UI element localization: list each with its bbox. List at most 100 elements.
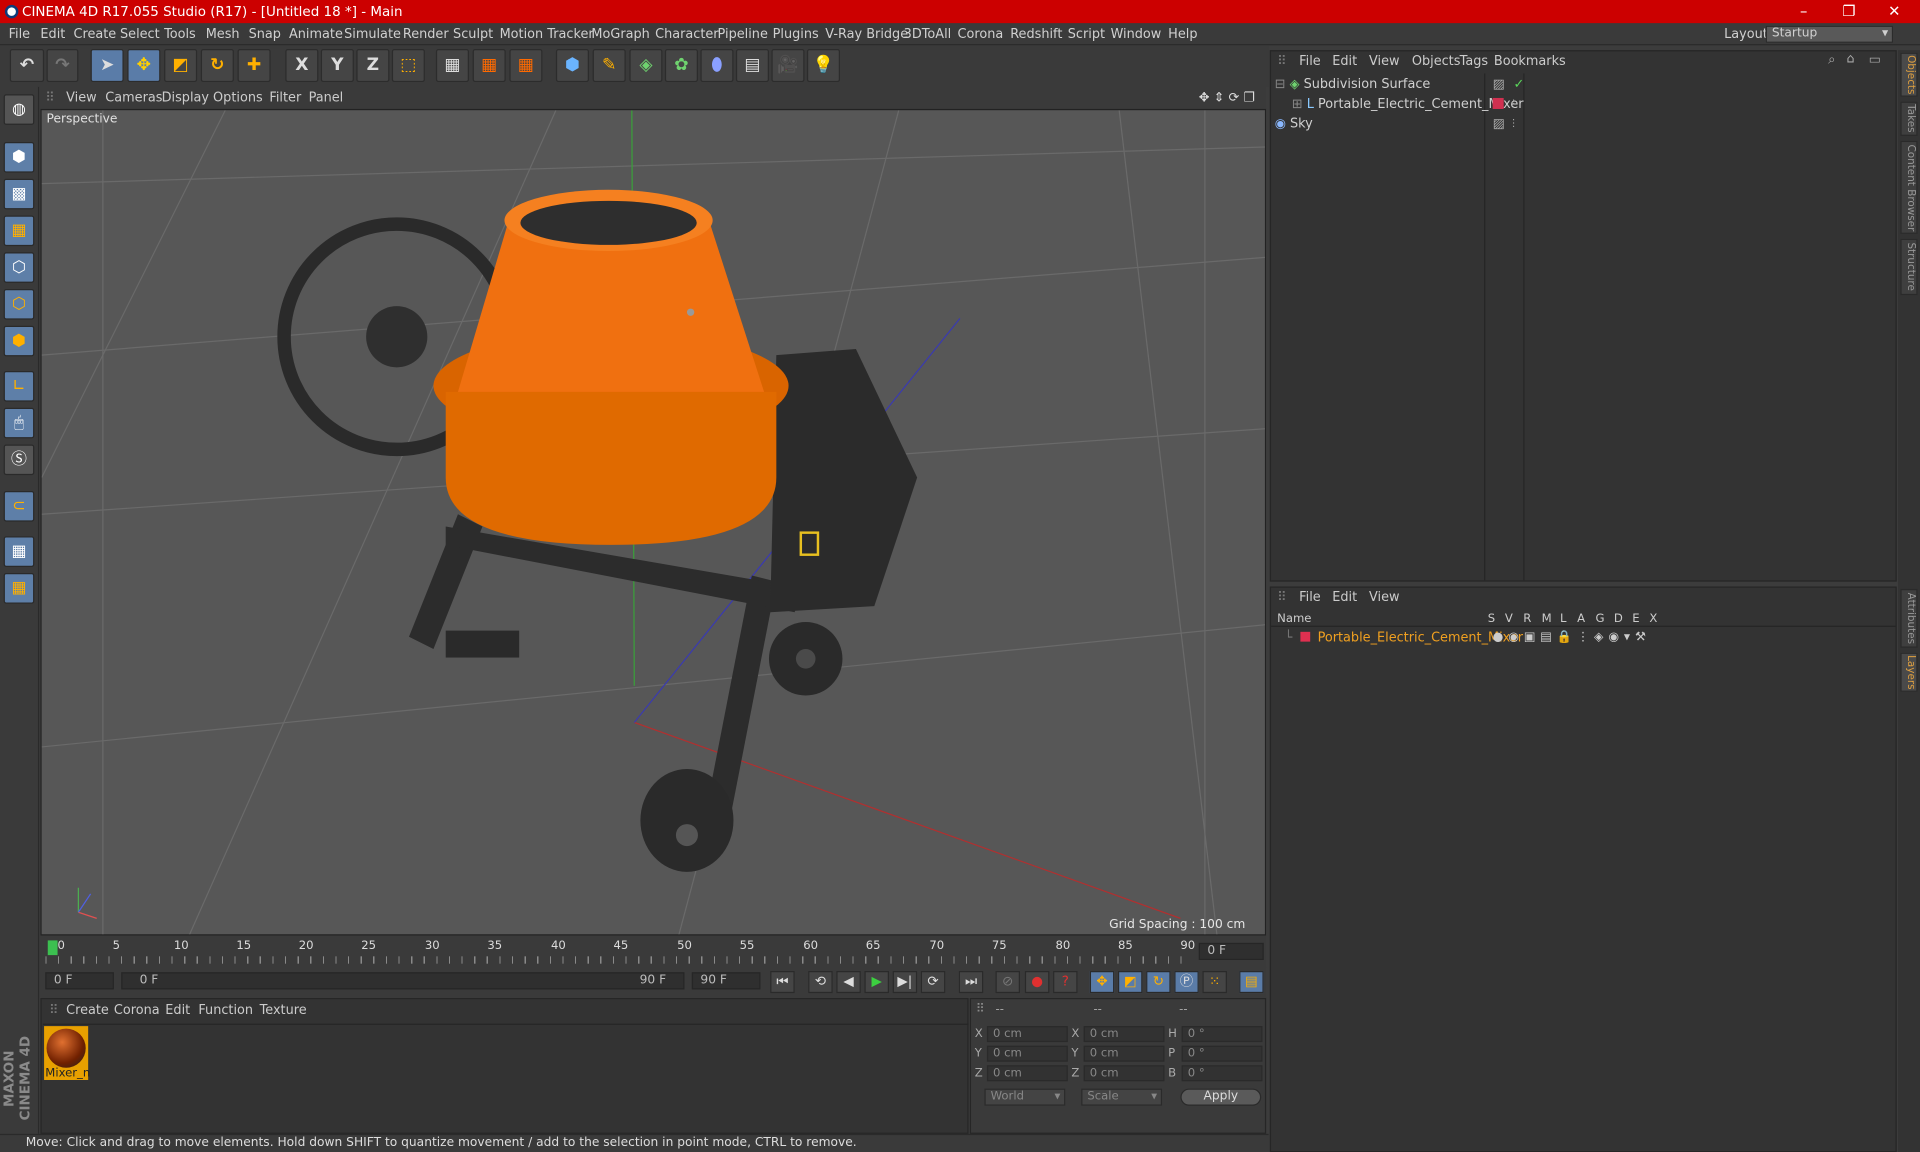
layer-color-swatch[interactable] (1492, 97, 1504, 109)
workplane-lock-icon[interactable]: ▦ (3, 536, 35, 567)
obj-menu-objects[interactable]: Objects (1412, 54, 1461, 69)
column-solo[interactable]: S (1488, 612, 1495, 625)
layer-menu-edit[interactable]: Edit (1332, 590, 1357, 605)
workplane-align-icon[interactable]: ▦ (3, 573, 35, 604)
menu-mograph[interactable]: MoGraph (591, 23, 649, 45)
coord-system-dropdown[interactable]: World ▾ (984, 1088, 1066, 1106)
workplane-mode-icon[interactable]: ▦ (3, 215, 35, 247)
layout-dropdown[interactable]: Startup ▾ (1765, 25, 1894, 43)
menu-edit[interactable]: Edit (40, 23, 65, 45)
mat-menu-texture[interactable]: Texture (260, 1003, 307, 1018)
menu-script[interactable]: Script (1068, 23, 1105, 45)
column-expressions[interactable]: E (1632, 612, 1639, 625)
vp-menu-filter[interactable]: Filter (269, 87, 301, 109)
visibility-dots-icon[interactable]: ⋮ (1509, 114, 1519, 134)
keyframe-mode-icon[interactable]: ⊘ (995, 971, 1021, 994)
obj-menu-file[interactable]: File (1299, 54, 1321, 69)
record-button[interactable]: ● (1024, 971, 1050, 994)
home-icon[interactable]: ⌂ (1847, 51, 1855, 66)
rotation-p-field[interactable]: 0 ° (1181, 1045, 1263, 1062)
menu-sculpt[interactable]: Sculpt (453, 23, 493, 45)
column-view[interactable]: V (1505, 612, 1513, 625)
light-icon[interactable]: 💡 (806, 48, 841, 83)
vp-menu-cameras[interactable]: Cameras (105, 87, 162, 109)
end-frame-field[interactable]: 90 F (691, 972, 761, 990)
axis-mode-icon[interactable]: ∟ (3, 371, 35, 402)
layer-menu-view[interactable]: View (1369, 590, 1400, 605)
menu-render[interactable]: Render (403, 23, 449, 45)
obj-menu-edit[interactable]: Edit (1332, 54, 1357, 69)
layer-menu-file[interactable]: File (1299, 590, 1321, 605)
rotation-b-field[interactable]: 0 ° (1181, 1065, 1263, 1082)
key-position-icon[interactable]: ✥ (1089, 971, 1115, 994)
menu-animate[interactable]: Animate (289, 23, 343, 45)
column-name[interactable]: Name (1277, 612, 1311, 625)
expand-icon[interactable]: ⊟ (1275, 77, 1286, 92)
perspective-viewport[interactable]: Perspective Grid Spacing : 100 cm (40, 108, 1267, 936)
vp-menu-view[interactable]: View (66, 87, 97, 109)
key-scale-icon[interactable]: ◩ (1117, 971, 1143, 994)
column-xref[interactable]: X (1649, 612, 1657, 625)
key-pla-icon[interactable]: ⁙ (1202, 971, 1227, 994)
cloner-icon[interactable]: ✿ (664, 48, 698, 83)
panel-options-icon[interactable]: ▭ (1869, 53, 1881, 68)
size-x-field[interactable]: 0 cm (1083, 1026, 1165, 1043)
points-mode-icon[interactable]: ⬡ (3, 252, 35, 283)
cube-primitive-icon[interactable]: ⬢ (555, 48, 589, 83)
layer-color-swatch[interactable] (1300, 631, 1310, 642)
position-z-field[interactable]: 0 cm (986, 1065, 1068, 1082)
prev-key-button[interactable]: ⟲ (808, 971, 833, 994)
menu-vray-bridge[interactable]: V-Ray Bridge (825, 23, 908, 45)
menu-help[interactable]: Help (1168, 23, 1197, 45)
timeline-ruler[interactable]: 0 5 10 15 20 25 30 35 40 45 50 55 60 65 … (40, 935, 1267, 968)
column-animation[interactable]: A (1577, 612, 1585, 625)
menu-3dtoall[interactable]: 3DToAll (904, 23, 952, 45)
solo-mode-icon[interactable]: Ⓢ (3, 444, 35, 476)
next-key-button[interactable]: ⟳ (920, 971, 946, 994)
scale-tool-icon[interactable]: ◩ (164, 48, 198, 83)
camera-icon[interactable]: 🎥 (771, 48, 805, 83)
menu-snap[interactable]: Snap (249, 23, 281, 45)
visibility-toggle-icon[interactable]: ▨ (1493, 75, 1505, 95)
rotate-tool-icon[interactable]: ↻ (200, 48, 234, 83)
menu-plugins[interactable]: Plugins (773, 23, 819, 45)
mat-menu-edit[interactable]: Edit (165, 1003, 190, 1018)
next-frame-button[interactable]: ▶| (892, 971, 918, 994)
edges-mode-icon[interactable]: ⬡ (3, 288, 35, 320)
tweak-mode-icon[interactable]: 🖱 (3, 407, 35, 439)
column-deformers[interactable]: D (1614, 612, 1623, 625)
expand-icon[interactable]: ⊞ (1292, 97, 1303, 112)
select-tool-icon[interactable]: ➤ (90, 48, 124, 83)
material-swatch[interactable]: Mixer_n (44, 1026, 90, 1081)
vp-menu-display[interactable]: Display (162, 87, 209, 109)
close-button[interactable]: ✕ (1871, 0, 1918, 23)
object-row-subdivision[interactable]: ⊟ ◈ Subdivision Surface ▨ ✓ (1275, 75, 1897, 95)
render-view-icon[interactable]: ▦ (435, 48, 469, 83)
autokey-button[interactable]: ? (1053, 971, 1078, 994)
size-y-field[interactable]: 0 cm (1083, 1045, 1165, 1062)
menu-window[interactable]: Window (1111, 23, 1162, 45)
tab-takes[interactable]: Takes (1900, 101, 1918, 136)
render-settings-icon[interactable]: ▦ (509, 48, 543, 83)
model-mode-icon[interactable]: ⬢ (3, 142, 35, 173)
minimize-button[interactable]: – (1780, 0, 1827, 23)
tab-attributes[interactable]: Attributes (1900, 588, 1918, 648)
key-rotation-icon[interactable]: ↻ (1146, 971, 1171, 994)
pen-spline-icon[interactable]: ✎ (592, 48, 626, 83)
layer-toggle-icons[interactable]: ●◉▣▤🔒⋮◈◉▾⚒ (1493, 628, 1651, 648)
menu-select[interactable]: Select (120, 23, 160, 45)
vp-menu-panel[interactable]: Panel (309, 87, 344, 109)
obj-menu-view[interactable]: View (1369, 54, 1400, 69)
z-axis-lock-button[interactable]: Z (356, 48, 390, 83)
floor-icon[interactable]: ▤ (735, 48, 769, 83)
redo-button[interactable]: ↷ (46, 48, 79, 83)
current-frame-field[interactable]: 0 F (1198, 942, 1264, 961)
apply-button[interactable]: Apply (1180, 1088, 1262, 1106)
column-locked[interactable]: L (1560, 612, 1566, 625)
menu-pipeline[interactable]: Pipeline (718, 23, 768, 45)
obj-menu-tags[interactable]: Tags (1460, 54, 1488, 69)
object-row-sky[interactable]: ◉ Sky ▨ ⋮ (1275, 114, 1897, 134)
enabled-check-icon[interactable]: ✓ (1513, 75, 1524, 95)
menu-tools[interactable]: Tools (164, 23, 196, 45)
key-parameter-icon[interactable]: Ⓟ (1174, 971, 1199, 994)
